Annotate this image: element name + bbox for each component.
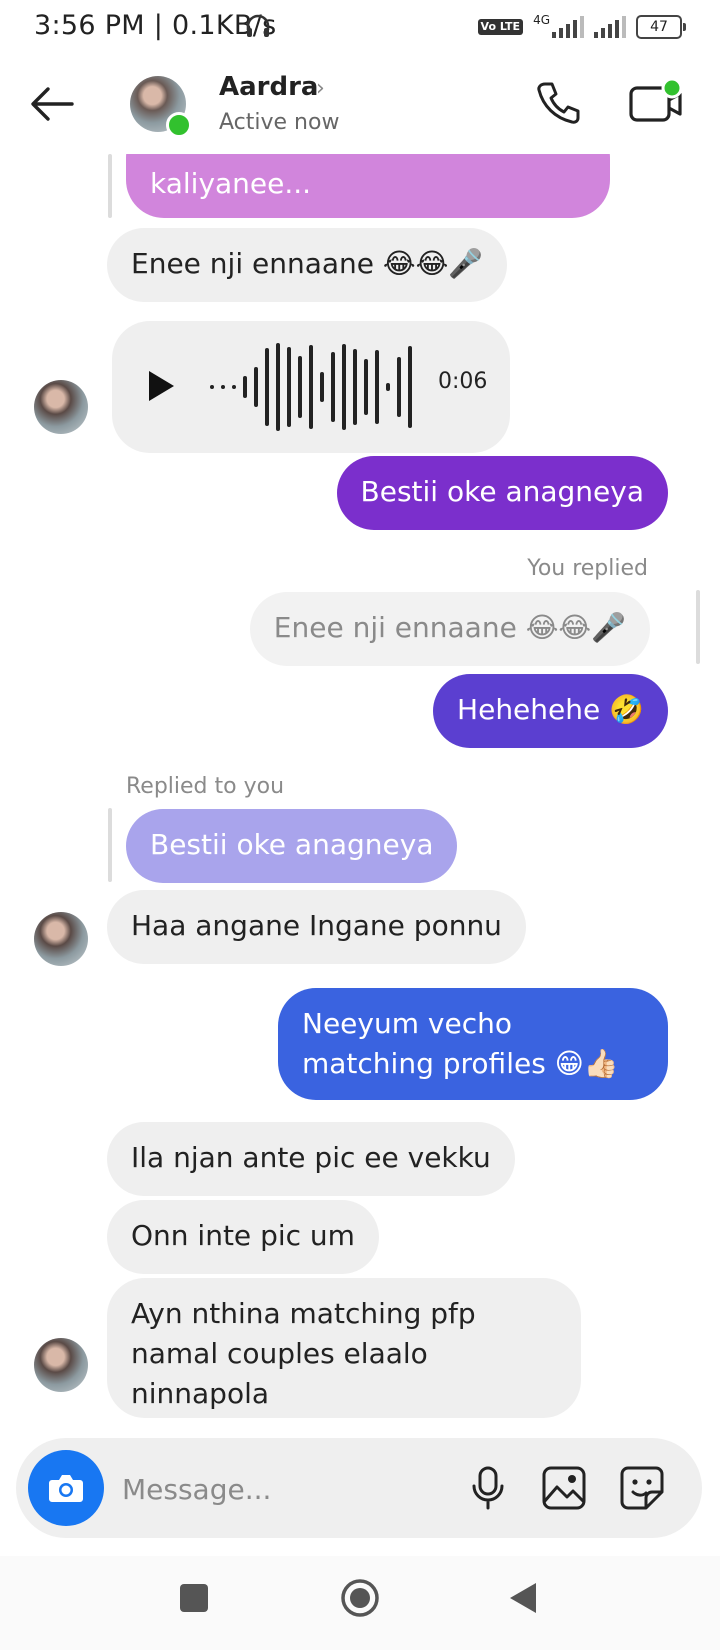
message-bubble-incoming[interactable]: Onn inte pic um [107, 1200, 379, 1274]
quoted-message-text: Enee nji ennaane 😂😂🎤 [273, 611, 626, 644]
signal-icon [552, 16, 584, 38]
message-composer [16, 1438, 702, 1538]
sender-avatar[interactable] [34, 1338, 88, 1392]
sender-avatar[interactable] [34, 380, 88, 434]
status-bar: 3:56 PM | 0.1KB/s Vo LTE 4G 47 [0, 0, 720, 56]
status-time: 3:56 PM | 0.1KB/s [34, 10, 277, 41]
microphone-icon[interactable] [464, 1464, 512, 1512]
message-bubble-incoming[interactable]: Enee nji ennaane 😂😂🎤 [107, 228, 508, 302]
message-text: Hehehehe 🤣 [457, 693, 644, 726]
message-text: Onn inte pic um [131, 1219, 355, 1252]
quoted-message[interactable]: Bestii oke anagneya [126, 809, 458, 883]
quote-bar [108, 808, 112, 882]
signal-icon-2 [594, 16, 626, 38]
network-type: 4G [533, 13, 550, 27]
camera-icon [46, 1468, 86, 1512]
quoted-message-text: kaliyanee... [150, 167, 312, 200]
quoted-message[interactable]: kaliyanee... [126, 154, 610, 218]
message-text: Bestii oke anagneya [360, 475, 644, 508]
play-icon[interactable] [146, 369, 176, 403]
message-bubble-incoming[interactable]: Haa angane Ingane ponnu [107, 890, 526, 964]
battery-indicator: 47 [636, 15, 686, 39]
volte-badge: Vo LTE [477, 19, 524, 35]
active-status: Active now [219, 110, 340, 135]
quote-bar [108, 154, 112, 218]
phone-icon[interactable] [533, 78, 583, 128]
quote-bar [696, 590, 700, 664]
message-bubble-outgoing[interactable]: Bestii oke anagneya [336, 456, 668, 530]
message-bubble-outgoing[interactable]: Neeyum vecho matching profiles 😁👍🏻 [278, 988, 668, 1100]
message-bubble-outgoing[interactable]: Hehehehe 🤣 [433, 674, 668, 748]
message-bubble-incoming[interactable]: Ila njan ante pic ee vekku [107, 1122, 515, 1196]
message-text: Enee nji ennaane 😂😂🎤 [131, 247, 484, 280]
sticker-icon[interactable] [618, 1464, 666, 1512]
voice-duration: 0:06 [438, 369, 488, 394]
online-indicator [166, 112, 192, 138]
message-text: Neeyum vecho matching profiles 😁👍🏻 [302, 1007, 619, 1080]
replied-to-you-label: Replied to you [126, 774, 285, 799]
message-text: Ayn nthina matching pfp namal couples el… [131, 1297, 476, 1410]
back-arrow-icon[interactable] [28, 84, 78, 124]
waveform [210, 341, 412, 433]
message-text: Ila njan ante pic ee vekku [131, 1141, 491, 1174]
video-call-icon[interactable] [628, 77, 684, 128]
status-icons: Vo LTE 4G 47 [477, 13, 686, 40]
message-bubble-incoming[interactable]: Ayn nthina matching pfp namal couples el… [107, 1278, 581, 1418]
camera-button[interactable] [28, 1450, 104, 1526]
message-text: Haa angane Ingane ponnu [131, 909, 502, 942]
message-list[interactable]: kaliyanee... Enee nji ennaane 😂😂🎤 0:06 B… [0, 154, 720, 1434]
voice-message[interactable]: 0:06 [112, 321, 510, 453]
sender-avatar[interactable] [34, 912, 88, 966]
recent-apps-icon[interactable] [180, 1584, 208, 1612]
system-nav-bar [0, 1556, 720, 1650]
chat-header: Aardra › Active now [0, 58, 720, 154]
headphones-icon [244, 12, 272, 44]
gallery-icon[interactable] [540, 1464, 588, 1512]
message-input[interactable] [120, 1462, 424, 1516]
quoted-message-text: Bestii oke anagneya [150, 828, 434, 861]
home-icon[interactable] [340, 1578, 380, 1618]
chevron-right-icon[interactable]: › [316, 76, 325, 101]
contact-name[interactable]: Aardra [219, 72, 318, 102]
nav-back-icon[interactable] [506, 1580, 542, 1616]
you-replied-label: You replied [527, 556, 648, 581]
quoted-message[interactable]: Enee nji ennaane 😂😂🎤 [249, 592, 650, 666]
